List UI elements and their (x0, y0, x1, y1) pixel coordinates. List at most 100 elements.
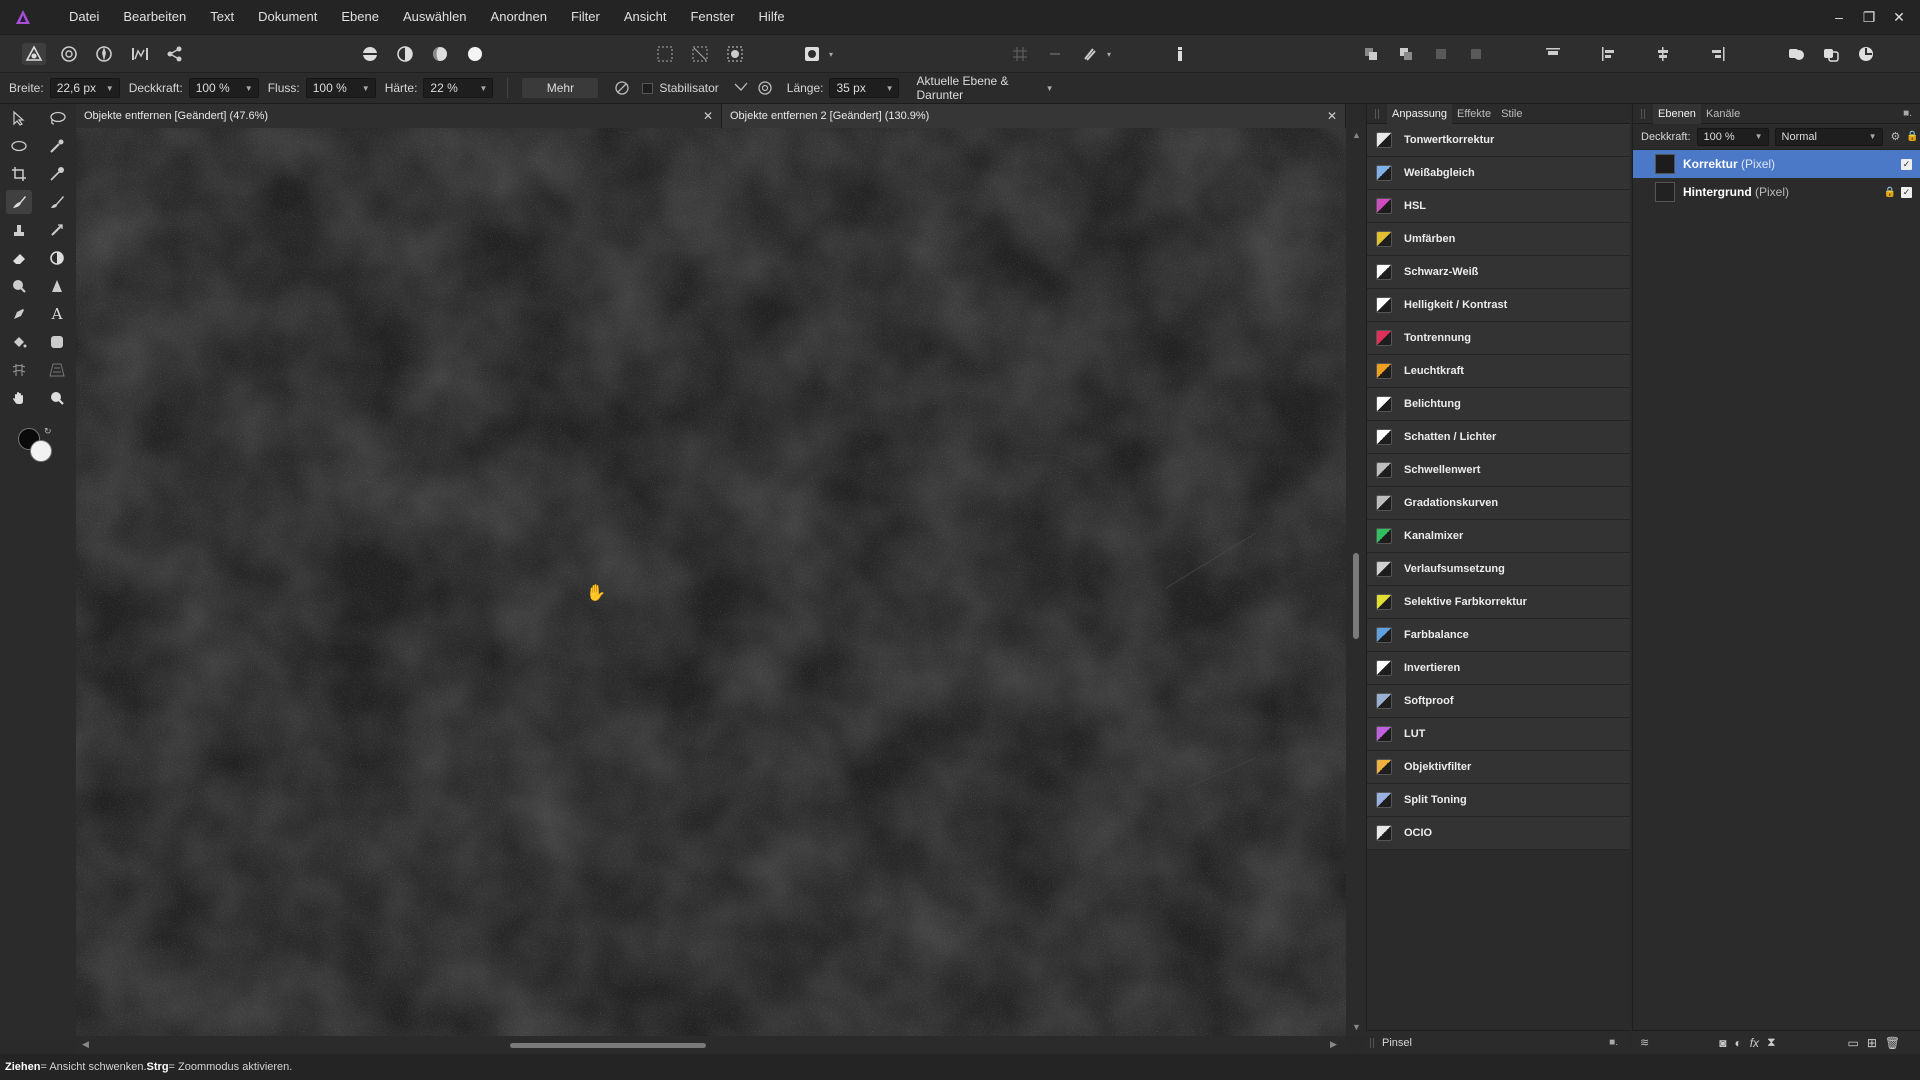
adjustment-item[interactable]: HSL (1367, 190, 1630, 223)
erase-brush-icon[interactable] (6, 246, 32, 270)
blur-brush-icon[interactable] (6, 274, 32, 298)
swap-colors-icon[interactable]: ↻ (44, 426, 52, 437)
crop-tool-icon[interactable] (6, 162, 32, 186)
adjustment-item[interactable]: Selektive Farbkorrektur (1367, 586, 1630, 619)
hardness-field[interactable]: 22 % ▼ (423, 78, 494, 98)
adjustment-layer-icon[interactable]: ◐ (1734, 1036, 1741, 1050)
adjustment-item[interactable]: Umfärben (1367, 223, 1630, 256)
align-top-icon[interactable] (1541, 43, 1565, 65)
adjustment-item[interactable]: OCIO (1367, 817, 1630, 850)
invert-selection-icon[interactable] (723, 43, 747, 65)
snapping-grid-icon[interactable] (1008, 43, 1032, 65)
quick-mask-icon[interactable] (800, 43, 824, 65)
panel-menu-icon[interactable]: ■. (1609, 1037, 1618, 1048)
adjustment-item[interactable]: Weißabgleich (1367, 157, 1630, 190)
arrange-back-icon[interactable] (1359, 43, 1383, 65)
menu-hilfe[interactable]: Hilfe (747, 0, 797, 34)
text-tool-icon[interactable]: A (44, 302, 70, 326)
clone-brush-icon[interactable] (6, 218, 32, 242)
adjustment-item[interactable]: Invertieren (1367, 652, 1630, 685)
affinity-photo-logo-icon[interactable] (13, 7, 33, 27)
document-tab-2[interactable]: Objekte entfernen 2 [Geändert] (130.9%) … (722, 104, 1346, 128)
scroll-left-icon[interactable]: ◀ (82, 1039, 89, 1050)
menu-auswaehlen[interactable]: Auswählen (391, 0, 479, 34)
marquee-selection-icon[interactable] (653, 43, 677, 65)
scroll-up-icon[interactable]: ▲ (1352, 130, 1361, 140)
adjustment-item[interactable]: Split Toning (1367, 784, 1630, 817)
color-swatches[interactable]: ↻ (18, 426, 58, 466)
add-layer-icon[interactable]: ⊞ (1867, 1036, 1877, 1050)
layer-visibility-checkbox[interactable]: ✓ (1901, 158, 1912, 170)
menu-dokument[interactable]: Dokument (246, 0, 329, 34)
menu-bearbeiten[interactable]: Bearbeiten (111, 0, 198, 34)
layer-row-korrektur[interactable]: Korrektur (Pixel) ✓ (1633, 150, 1920, 178)
blend-mode-dropdown[interactable]: Normal ▼ (1774, 127, 1883, 146)
menu-ansicht[interactable]: Ansicht (612, 0, 679, 34)
stabilizer-checkbox[interactable] (642, 82, 654, 94)
vertical-scroll-thumb[interactable] (1353, 553, 1359, 639)
length-field[interactable]: 35 px ▼ (829, 78, 900, 98)
chevron-down-icon[interactable]: ▼ (1755, 132, 1763, 141)
horizontal-scrollbar[interactable]: ◀ ▶ (76, 1036, 1346, 1054)
zoom-tool-icon[interactable] (44, 386, 70, 410)
assistant-icon[interactable] (1168, 43, 1192, 65)
freehand-selection-icon[interactable] (6, 134, 32, 158)
view-tool-hand-icon[interactable] (6, 386, 32, 410)
scroll-down-icon[interactable]: ▼ (1352, 1022, 1361, 1032)
fill-tool-icon[interactable] (6, 330, 32, 354)
minimize-button[interactable]: – (1824, 9, 1854, 25)
pen-tool-icon[interactable] (6, 302, 32, 326)
export-persona-icon[interactable] (163, 43, 187, 65)
chevron-down-icon[interactable]: ▼ (245, 84, 253, 93)
secondary-color-swatch[interactable] (30, 440, 52, 462)
stabilizer-toggle[interactable]: Stabilisator (642, 81, 719, 95)
tab-stile[interactable]: Stile (1496, 104, 1527, 124)
tab-effekte[interactable]: Effekte (1452, 104, 1496, 124)
adjustment-item[interactable]: Helligkeit / Kontrast (1367, 289, 1630, 322)
snapping-magnet-icon[interactable] (1078, 43, 1102, 65)
close-icon[interactable]: ✕ (1327, 104, 1337, 128)
more-button[interactable]: Mehr (522, 78, 599, 98)
adjustment-item[interactable]: Tonwertkorrektur (1367, 124, 1630, 157)
menu-anordnen[interactable]: Anordnen (479, 0, 559, 34)
tone-mapping-persona-icon[interactable] (128, 43, 152, 65)
layer-stack-icon[interactable]: ≋ (1640, 1036, 1649, 1049)
chevron-down-icon[interactable]: ▼ (1869, 132, 1877, 141)
align-left-icon[interactable] (1596, 43, 1620, 65)
tab-kanaele[interactable]: Kanäle (1701, 104, 1745, 124)
chevron-down-icon[interactable]: ▼ (479, 84, 487, 93)
layer-visibility-checkbox[interactable]: ✓ (1901, 186, 1912, 198)
brush-panel-label[interactable]: Pinsel (1382, 1037, 1412, 1049)
delete-layer-icon[interactable]: 🗑 (1885, 1036, 1900, 1050)
color-picker-icon[interactable] (44, 162, 70, 186)
paint-brush-icon[interactable] (44, 190, 70, 214)
arrange-backward-icon[interactable] (1394, 43, 1418, 65)
smudge-brush-icon[interactable] (44, 218, 70, 242)
sharpen-brush-icon[interactable] (44, 274, 70, 298)
boolean-subtract-icon[interactable] (1819, 43, 1843, 65)
chevron-down-icon[interactable]: ▼ (106, 84, 114, 93)
adjustment-item[interactable]: LUT (1367, 718, 1630, 751)
adjustment-item[interactable]: Leuchtkraft (1367, 355, 1630, 388)
flow-field[interactable]: 100 % ▼ (305, 78, 376, 98)
panel-grip-icon[interactable] (1641, 108, 1645, 119)
adjustment-item[interactable]: Objektivfilter (1367, 751, 1630, 784)
lock-icon[interactable]: 🔒 (1906, 131, 1918, 142)
panel-menu-icon[interactable]: ■. (1903, 108, 1912, 119)
auto-levels-icon[interactable] (358, 43, 382, 65)
move-tool-icon[interactable] (6, 106, 32, 130)
adjustment-item[interactable]: Belichtung (1367, 388, 1630, 421)
snapping-options-icon[interactable] (1043, 43, 1067, 65)
adjustment-item[interactable]: Gradationskurven (1367, 487, 1630, 520)
chevron-down-icon[interactable]: ▼ (886, 84, 894, 93)
lasso-tool-icon[interactable] (44, 106, 70, 130)
close-icon[interactable]: ✕ (703, 104, 713, 128)
dodge-brush-icon[interactable] (44, 246, 70, 270)
panel-grip-icon[interactable] (1370, 1037, 1374, 1048)
tab-anpassung[interactable]: Anpassung (1387, 103, 1453, 124)
panel-grip-icon[interactable] (1375, 108, 1379, 119)
adjustment-item[interactable]: Schwarz-Weiß (1367, 256, 1630, 289)
selection-brush-icon[interactable] (44, 134, 70, 158)
sample-layers-dropdown[interactable]: Aktuelle Ebene & Darunter ▼ (909, 74, 1060, 102)
align-right-icon[interactable] (1706, 43, 1730, 65)
